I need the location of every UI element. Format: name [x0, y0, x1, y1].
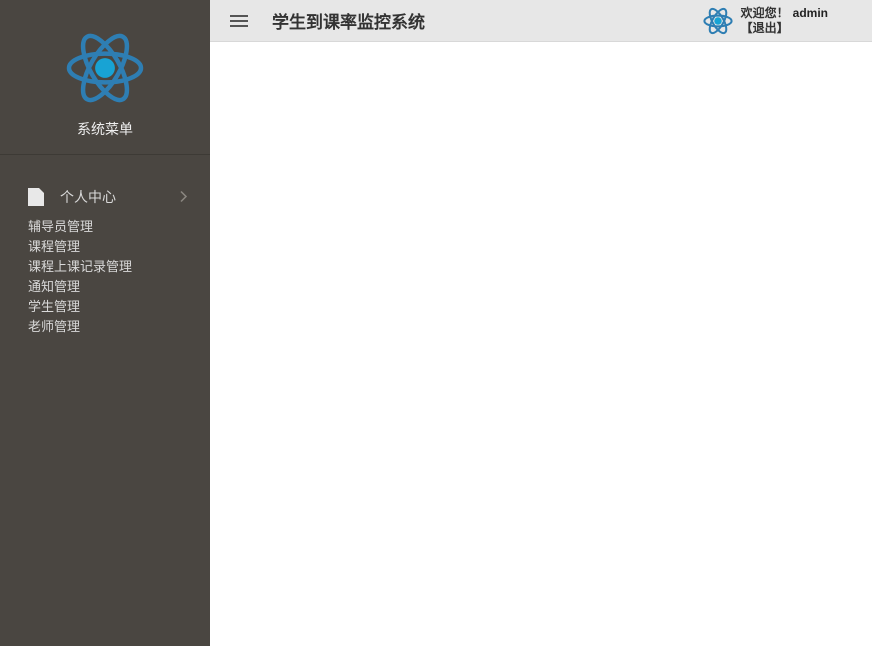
document-icon — [28, 188, 44, 206]
menu-primary-label: 个人中心 — [60, 187, 116, 207]
topbar: 学生到课率监控系统 欢迎您！ admin 【退出】 — [210, 0, 872, 42]
sidebar-menu: 个人中心 辅导员管理 课程管理 课程上课记录管理 通知管理 学生管理 老师管理 — [0, 155, 210, 337]
menu-item-student-mgmt[interactable]: 学生管理 — [28, 297, 182, 317]
username-label: admin — [793, 6, 828, 21]
welcome-label: 欢迎您！ — [741, 6, 789, 21]
atom-logo-icon — [60, 23, 150, 113]
chevron-right-icon — [180, 191, 188, 206]
user-text: 欢迎您！ admin 【退出】 — [741, 6, 828, 36]
menu-item-counselor-mgmt[interactable]: 辅导员管理 — [28, 217, 182, 237]
logout-link[interactable]: 【退出】 — [741, 21, 828, 36]
sidebar-title: 系统菜单 — [77, 119, 133, 139]
atom-logo-small-icon — [701, 4, 735, 38]
app-title: 学生到课率监控系统 — [272, 8, 425, 33]
menu-item-course-record-mgmt[interactable]: 课程上课记录管理 — [28, 257, 182, 277]
hamburger-icon[interactable] — [230, 12, 248, 30]
user-area: 欢迎您！ admin 【退出】 — [701, 4, 872, 38]
menu-item-teacher-mgmt[interactable]: 老师管理 — [28, 317, 182, 337]
menu-sub-list: 辅导员管理 课程管理 课程上课记录管理 通知管理 学生管理 老师管理 — [0, 217, 210, 337]
menu-item-notice-mgmt[interactable]: 通知管理 — [28, 277, 182, 297]
menu-item-personal-center[interactable]: 个人中心 — [0, 179, 210, 217]
main-content — [210, 42, 872, 646]
sidebar-header: 系统菜单 — [0, 0, 210, 155]
menu-item-course-mgmt[interactable]: 课程管理 — [28, 237, 182, 257]
sidebar: 系统菜单 个人中心 辅导员管理 课程管理 课程上课记录管理 通知管理 学生管理 … — [0, 0, 210, 646]
